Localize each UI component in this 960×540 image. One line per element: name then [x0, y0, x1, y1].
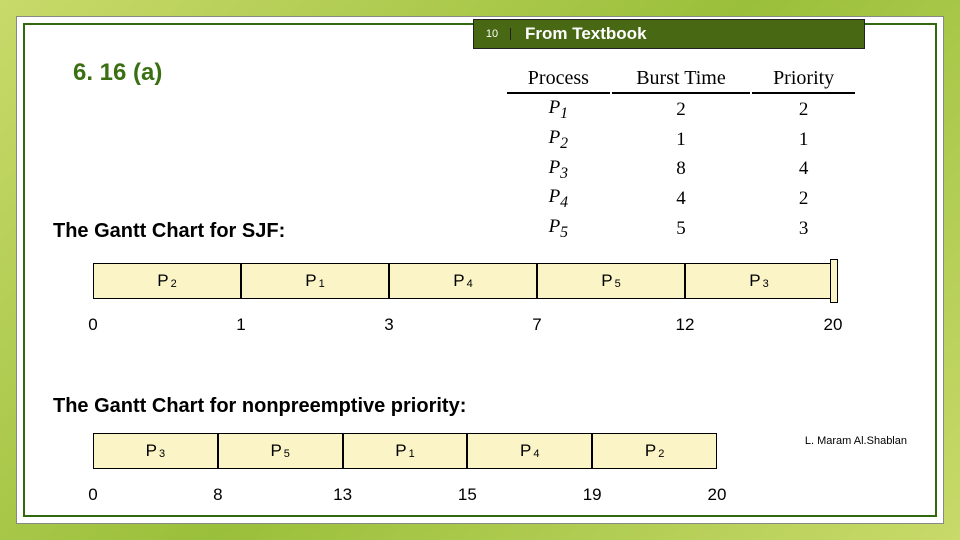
gantt-segment: P3	[685, 263, 833, 299]
gantt-segment: P2	[93, 263, 241, 299]
table-row: P122	[507, 96, 855, 124]
th-process: Process	[507, 67, 610, 94]
table-row: P553	[507, 215, 855, 243]
gantt-tick: 20	[708, 485, 727, 505]
gantt-tick: 19	[583, 485, 602, 505]
heading-nonpreemptive: The Gantt Chart for nonpreemptive priori…	[53, 395, 466, 418]
gantt-segment: P4	[389, 263, 537, 299]
gantt-segment: P4	[467, 433, 592, 469]
page-number: 10	[474, 28, 511, 40]
gantt-segment: P1	[343, 433, 468, 469]
gantt-segment: P3	[93, 433, 218, 469]
gantt-end-bar	[830, 259, 838, 303]
gantt-tick: 15	[458, 485, 477, 505]
gantt-tick: 8	[213, 485, 222, 505]
gantt-tick: 12	[676, 315, 695, 335]
gantt-tick: 7	[532, 315, 541, 335]
gantt-nonpreemptive: P3P5P1P4P2	[93, 433, 717, 469]
gantt-tick: 0	[88, 315, 97, 335]
gantt-segment: P2	[592, 433, 717, 469]
gantt-segment: P5	[537, 263, 685, 299]
author-label: L. Maram Al.Shablan	[805, 435, 907, 447]
section-title: 6. 16 (a)	[73, 59, 162, 87]
th-priority: Priority	[752, 67, 855, 94]
gantt-tick: 1	[236, 315, 245, 335]
gantt-tick: 3	[384, 315, 393, 335]
table-row: P211	[507, 126, 855, 154]
th-burst: Burst Time	[612, 67, 751, 94]
gantt-tick: 0	[88, 485, 97, 505]
gantt-segment: P5	[218, 433, 343, 469]
table-row: P442	[507, 185, 855, 213]
topbar-title: From Textbook	[511, 24, 864, 44]
slide-background: 10 From Textbook 6. 16 (a) Process Burst…	[0, 0, 960, 540]
gantt-segment: P1	[241, 263, 389, 299]
table-row: P384	[507, 156, 855, 184]
gantt-tick: 13	[333, 485, 352, 505]
slide-inner-border: 10 From Textbook 6. 16 (a) Process Burst…	[23, 23, 937, 517]
process-table-header: Process Burst Time Priority	[507, 67, 855, 94]
slide-frame: 10 From Textbook 6. 16 (a) Process Burst…	[16, 16, 944, 524]
heading-sjf: The Gantt Chart for SJF:	[53, 220, 285, 243]
process-table: Process Burst Time Priority P122P211P384…	[505, 65, 857, 245]
topbar: 10 From Textbook	[473, 19, 865, 49]
gantt-sjf: P2P1P4P5P3	[93, 263, 833, 299]
gantt-tick: 20	[824, 315, 843, 335]
